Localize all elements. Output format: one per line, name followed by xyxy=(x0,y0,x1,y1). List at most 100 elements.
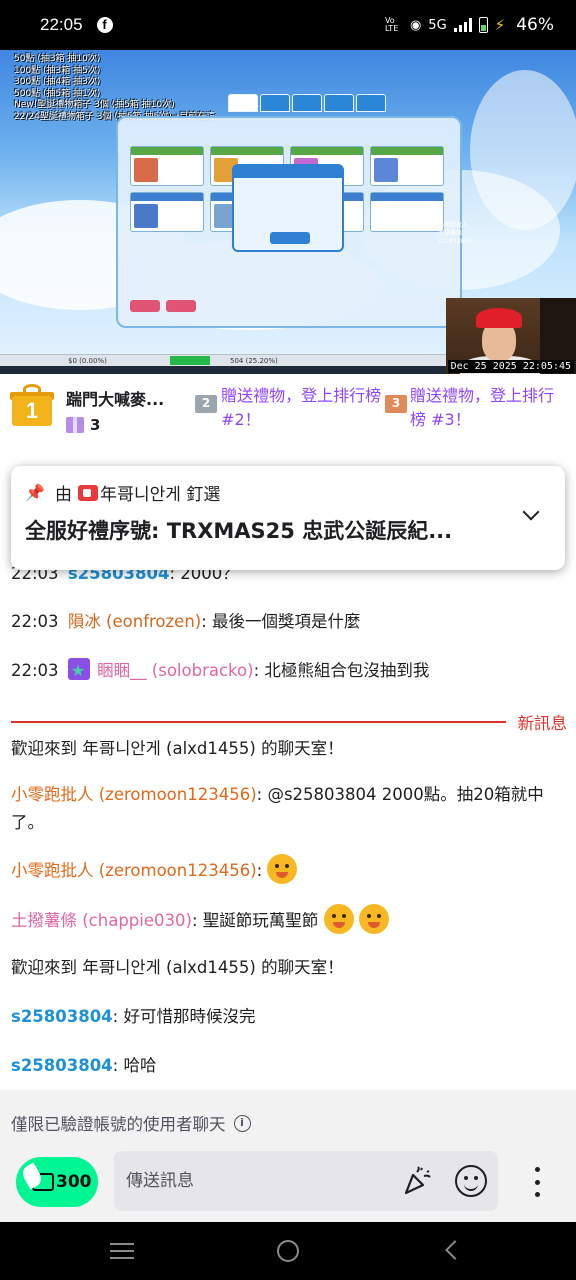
new-messages-label: 新訊息 xyxy=(517,714,568,733)
gift-icon xyxy=(66,417,84,433)
message-text: : xyxy=(256,861,263,880)
leaderboard-second[interactable]: 2 贈送禮物，登上排行榜 #2！ xyxy=(194,374,384,440)
leaderboard-third-text: 贈送禮物，登上排行榜 #3！ xyxy=(410,386,555,429)
emote-icon[interactable] xyxy=(323,904,354,934)
system-nav-bar xyxy=(0,1222,576,1280)
overlay-line: New!聖誕禮物箱子 3個 (抽5箱 抽10次) xyxy=(14,100,175,110)
more-options-icon[interactable] xyxy=(534,1167,540,1197)
desktop-taskbar xyxy=(0,366,446,374)
chat-message: s25803804: 哈哈 xyxy=(11,1052,567,1080)
game-item-card xyxy=(130,192,204,232)
message-text: : 北極熊組合包沒抽到我 xyxy=(253,661,430,680)
game-status-value: 504 (25.20%) xyxy=(230,356,278,365)
chat-message: 22:03 睏睏__ (solobracko): 北極熊組合包沒抽到我 xyxy=(11,657,567,685)
message-text: : 哈哈 xyxy=(112,1056,157,1075)
chat-username[interactable]: s25803804 xyxy=(11,1007,113,1026)
chat-username[interactable]: 小零跑批人 (zeromoon123456) xyxy=(11,785,257,804)
chat-message: 小零跑批人 (zeromoon123456): xyxy=(11,854,567,885)
overlay-line: 300點 (抽4箱 抽3次) xyxy=(14,77,101,87)
notice-text: 僅限已驗證帳號的使用者聊天 xyxy=(11,1115,226,1134)
leaderboard-second-text: 贈送禮物，登上排行榜 #2！ xyxy=(221,386,382,429)
back-icon[interactable] xyxy=(445,1240,465,1260)
game-dialog xyxy=(232,164,344,252)
chat-username[interactable]: 隕冰 (eonfrozen) xyxy=(68,612,201,631)
overlay-chat-line: 小零跑批人 xyxy=(438,222,469,229)
gold-gift-icon: 1 xyxy=(10,384,54,428)
overlay-line: 100點 (抽3箱 抽5次) xyxy=(14,65,101,76)
pinned-by-prefix: 由 xyxy=(55,485,72,505)
clock: 22:05 xyxy=(40,15,83,34)
channel-points-button[interactable]: 300 xyxy=(16,1157,98,1207)
pinned-message[interactable]: 📌 由 年哥니안게 釘選 全服好禮序號: TRXMAS25 忠武公誕辰紀... xyxy=(11,466,565,570)
charging-icon: ⚡ xyxy=(494,16,506,34)
message-text: : 好可惜那時候沒完 xyxy=(112,1007,256,1026)
chevron-down-icon[interactable] xyxy=(522,503,540,521)
game-item-card xyxy=(370,146,444,186)
chat-username[interactable]: 小零跑批人 (zeromoon123456) xyxy=(11,861,257,880)
cloud xyxy=(470,70,576,230)
game-tabbar xyxy=(228,94,386,112)
hotspot-icon: ◉ xyxy=(409,17,422,33)
overlay-line: 50點 (抽3箱 抽10次) xyxy=(14,54,101,64)
new-messages-divider: 新訊息 xyxy=(11,708,567,736)
game-progress-bar xyxy=(170,356,210,365)
chat-username[interactable]: 睏睏__ (solobracko) xyxy=(97,661,254,680)
system-message: 歡迎來到 年哥니안게 (alxd1455) 的聊天室！ xyxy=(11,958,344,977)
battery-percent: 46% xyxy=(516,15,554,35)
signal-icon xyxy=(453,18,472,32)
overlay-line: 500點 (抽5箱 抽1次) xyxy=(14,88,101,99)
chat-username[interactable]: s25803804 xyxy=(11,1056,113,1075)
broadcaster-badge-icon xyxy=(78,484,98,501)
overlay-chat-line: 土撥薯條 xyxy=(438,230,463,237)
chat-message: 小零跑批人 (zeromoon123456): @s25803804 2000點… xyxy=(11,781,567,837)
volte-label: Vo LTE xyxy=(384,16,399,33)
info-icon[interactable]: i xyxy=(233,1114,251,1132)
stream-chat-overlay: 小零跑批人 土撥薯條 s25803804 xyxy=(438,222,576,246)
stream-video-player[interactable]: 50點 (抽3箱 抽10次) 100點 (抽3箱 抽5次) 300點 (抽4箱 … xyxy=(0,50,576,374)
emote-icon[interactable] xyxy=(267,854,298,884)
chat-message: 土撥薯條 (chappie030): 聖誕節玩萬聖節 xyxy=(11,904,567,935)
game-bottom-buttons xyxy=(130,300,450,312)
chat-message: s25803804: 好可惜那時候沒完 xyxy=(11,1003,567,1031)
silver-gift-icon: 2 xyxy=(194,388,217,414)
status-icons: Vo LTE ◉ 5G ⚡ 46% xyxy=(385,15,554,35)
message-text: : 最後一個獎項是什麼 xyxy=(201,612,361,631)
leaderboard-first[interactable]: 1 踹門大喊麥... 3 xyxy=(0,374,194,440)
message-time: 22:03 xyxy=(11,612,59,631)
chat-message-input[interactable] xyxy=(114,1151,498,1211)
subscriber-badge-icon[interactable] xyxy=(67,657,90,685)
network-type: 5G xyxy=(428,17,447,33)
pin-icon: 📌 xyxy=(25,483,45,502)
chat-restriction-notice: 僅限已驗證帳號的使用者聊天 i xyxy=(0,1090,576,1142)
battery-icon xyxy=(478,17,488,33)
chat-username[interactable]: 土撥薯條 (chappie030) xyxy=(11,911,192,930)
game-item-card xyxy=(370,192,444,232)
game-item-card xyxy=(130,146,204,186)
stream-overlay-text: 50點 (抽3箱 抽10次) 100點 (抽3箱 抽5次) 300點 (抽4箱 … xyxy=(14,54,215,123)
emoji-picker-icon[interactable] xyxy=(455,1165,487,1197)
video-timestamp: Dec 25 2025 22:05:45 xyxy=(447,360,574,373)
channel-points-icon xyxy=(32,1173,54,1191)
facebook-icon: f xyxy=(96,17,113,33)
system-message: 歡迎來到 年哥니안게 (alxd1455) 的聊天室！ xyxy=(11,739,344,758)
home-icon[interactable] xyxy=(277,1240,299,1262)
party-popper-icon[interactable] xyxy=(402,1166,432,1196)
emote-icon[interactable] xyxy=(358,904,389,934)
leaderboard-first-count: 3 xyxy=(90,416,101,434)
overlay-chat-line: s25803804 xyxy=(438,238,472,245)
message-text: : 聖誕節玩萬聖節 xyxy=(191,911,319,930)
chat-input-bar: 300 xyxy=(0,1142,576,1222)
game-status-bar: $0 (0.00%) 504 (25.20%) xyxy=(0,354,446,366)
leaderboard-third[interactable]: 3 贈送禮物，登上排行榜 #3！ xyxy=(384,374,564,440)
leaderboard-first-name: 踹門大喊麥... xyxy=(66,390,165,409)
message-time: 22:03 xyxy=(11,661,59,680)
gift-leaderboard[interactable]: 1 踹門大喊麥... 3 2 贈送禮物，登上排行榜 #2！ 3 贈送禮物，登上排… xyxy=(0,374,576,440)
recent-apps-icon[interactable] xyxy=(110,1243,134,1259)
status-bar: 22:05 f Vo LTE ◉ 5G ⚡ 46% xyxy=(0,0,576,50)
game-status-value: $0 (0.00%) xyxy=(68,356,107,365)
channel-points-count: 300 xyxy=(56,1172,92,1192)
pinned-by-name: 年哥니안게 釘選 xyxy=(100,485,221,505)
pinned-text: 全服好禮序號: TRXMAS25 忠武公誕辰紀... xyxy=(25,519,453,543)
bronze-gift-icon: 3 xyxy=(384,388,407,414)
chat-message: 22:03 隕冰 (eonfrozen): 最後一個獎項是什麼 xyxy=(11,608,567,636)
